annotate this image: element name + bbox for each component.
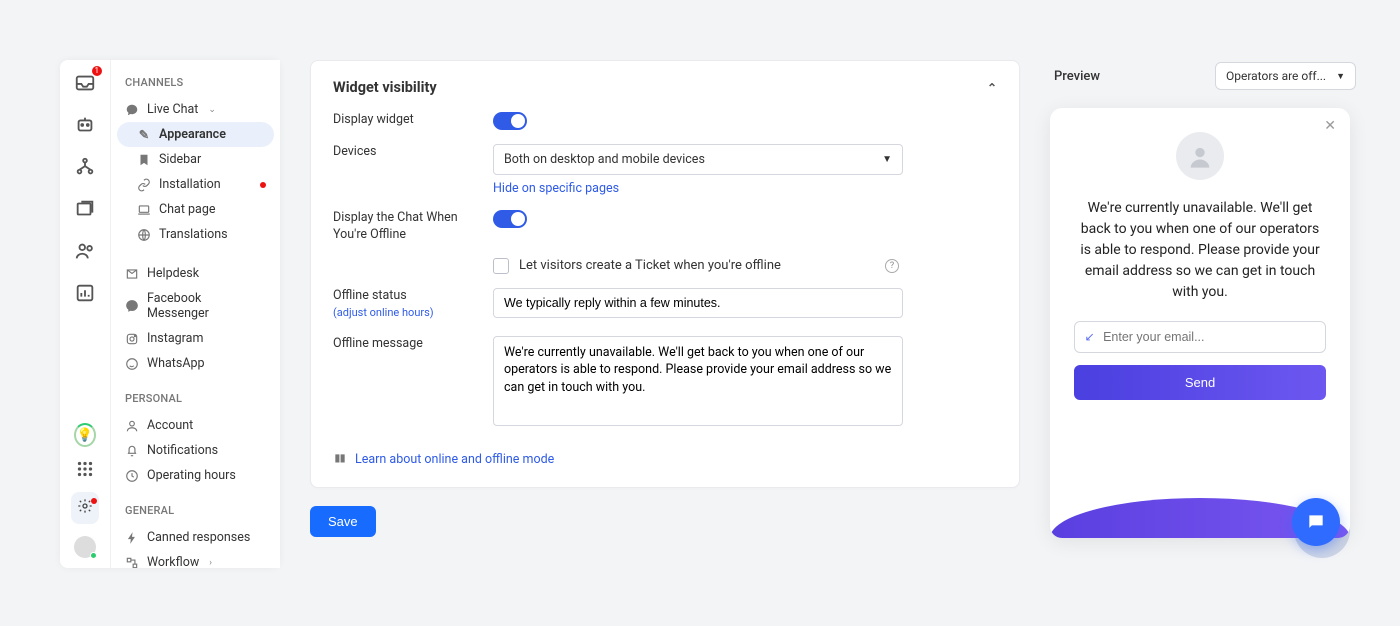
display-offline-label: Display the Chat When You're Offline <box>333 210 473 244</box>
people-icon[interactable] <box>74 240 96 262</box>
devices-label: Devices <box>333 144 473 161</box>
bolt-icon <box>125 531 139 545</box>
hide-pages-link[interactable]: Hide on specific pages <box>493 181 619 196</box>
sidebar-item-installation[interactable]: Installation <box>111 172 280 197</box>
help-icon[interactable]: ? <box>885 259 899 273</box>
sidebar-item-helpdesk[interactable]: Helpdesk <box>111 261 280 286</box>
settings-icon[interactable] <box>71 492 99 524</box>
sidebar-item-operating-hours[interactable]: Operating hours <box>111 463 280 488</box>
chat-widget-preview: ✕ We're currently unavailable. We'll get… <box>1050 108 1350 538</box>
idea-icon[interactable]: 💡 <box>74 424 96 446</box>
offline-message-label: Offline message <box>333 336 473 353</box>
inbox-icon[interactable]: 1 <box>74 72 96 94</box>
bot-icon[interactable] <box>74 114 96 136</box>
alert-dot <box>260 182 266 188</box>
chevron-down-icon: ⌄ <box>208 105 216 115</box>
sidebar-item-sidebar[interactable]: Sidebar <box>111 147 280 172</box>
chat-bubble-icon <box>125 103 139 117</box>
send-button[interactable]: Send <box>1074 365 1326 400</box>
email-input-wrap[interactable]: ↘ <box>1074 321 1326 353</box>
dropdown-arrow-icon: ▼ <box>882 154 892 165</box>
inbox-badge: 1 <box>92 66 103 76</box>
clock-icon <box>125 469 139 483</box>
icon-rail: 1 💡 <box>60 60 110 568</box>
bell-icon <box>125 444 139 458</box>
email-input[interactable] <box>1103 330 1315 344</box>
close-icon[interactable]: ✕ <box>1324 118 1336 134</box>
sidebar-item-instagram[interactable]: Instagram <box>111 326 280 351</box>
sidebar-item-account[interactable]: Account <box>111 413 280 438</box>
dropdown-arrow-icon: ▼ <box>1336 71 1345 82</box>
pencil-icon: ✎ <box>137 128 151 142</box>
collections-icon[interactable] <box>74 198 96 220</box>
globe-icon <box>137 228 151 242</box>
save-button[interactable]: Save <box>310 506 376 537</box>
bookmark-icon <box>137 153 151 167</box>
user-icon <box>125 419 139 433</box>
preview-label: Preview <box>1054 69 1100 84</box>
general-section-label: GENERAL <box>111 502 280 525</box>
link-icon <box>137 178 151 192</box>
channels-section-label: CHANNELS <box>111 74 280 97</box>
sidebar-item-chatpage[interactable]: Chat page <box>111 197 280 222</box>
user-avatar[interactable] <box>74 536 96 558</box>
sidebar-item-facebook[interactable]: Facebook Messenger <box>111 286 280 326</box>
whatsapp-icon <box>125 357 139 371</box>
org-icon[interactable] <box>74 156 96 178</box>
settings-sidebar: CHANNELS Live Chat⌄ ✎ Appearance Sidebar… <box>110 60 280 568</box>
preview-status-dropdown[interactable]: Operators are off... ▼ <box>1215 62 1356 90</box>
sidebar-item-whatsapp[interactable]: WhatsApp <box>111 351 280 376</box>
personal-section-label: PERSONAL <box>111 390 280 413</box>
collapse-icon[interactable]: ⌃ <box>987 81 997 95</box>
offline-status-input[interactable] <box>493 288 903 318</box>
display-widget-label: Display widget <box>333 112 473 129</box>
adjust-hours-link[interactable]: (adjust online hours) <box>333 306 434 319</box>
sidebar-item-livechat[interactable]: Live Chat⌄ <box>111 97 280 122</box>
sidebar-item-translations[interactable]: Translations <box>111 222 280 247</box>
chevron-right-icon: › <box>209 558 212 568</box>
sidebar-item-appearance[interactable]: ✎ Appearance <box>117 122 274 147</box>
chat-fab[interactable] <box>1292 498 1340 546</box>
sidebar-item-notifications[interactable]: Notifications <box>111 438 280 463</box>
widget-visibility-card: Widget visibility ⌃ Display widget Devic… <box>310 60 1020 488</box>
sidebar-item-workflow[interactable]: Workflow› <box>111 550 280 568</box>
display-widget-toggle[interactable] <box>493 112 527 130</box>
offline-status-label: Offline status (adjust online hours) <box>333 288 473 322</box>
workflow-icon <box>125 556 139 569</box>
ticket-label: Let visitors create a Ticket when you're… <box>519 258 781 273</box>
widget-avatar <box>1176 132 1224 180</box>
display-offline-toggle[interactable] <box>493 210 527 228</box>
widget-message: We're currently unavailable. We'll get b… <box>1074 198 1326 321</box>
analytics-icon[interactable] <box>74 282 96 304</box>
devices-select[interactable]: Both on desktop and mobile devices ▼ <box>493 144 903 175</box>
instagram-icon <box>125 332 139 346</box>
learn-link[interactable]: Learn about online and offline mode <box>311 434 1019 467</box>
sidebar-item-canned[interactable]: Canned responses <box>111 525 280 550</box>
offline-message-textarea[interactable] <box>493 336 903 426</box>
mail-icon <box>125 267 139 281</box>
arrow-icon: ↘ <box>1083 332 1097 342</box>
ticket-checkbox[interactable] <box>493 258 509 274</box>
card-title: Widget visibility ⌃ <box>311 79 1019 102</box>
laptop-icon <box>137 203 151 217</box>
apps-icon[interactable] <box>74 458 96 480</box>
book-icon <box>333 452 347 466</box>
messenger-icon <box>125 299 139 313</box>
